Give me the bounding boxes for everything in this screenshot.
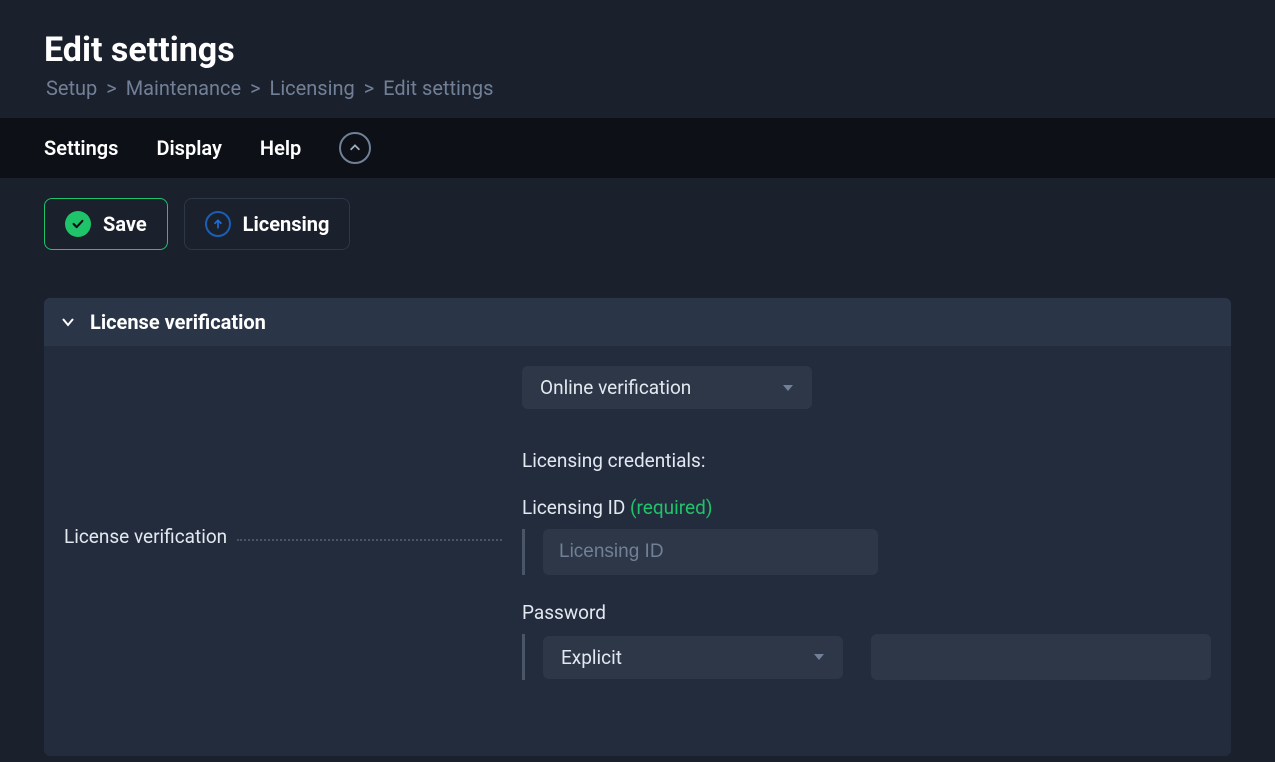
menu-settings[interactable]: Settings bbox=[44, 136, 118, 160]
menu-help[interactable]: Help bbox=[260, 136, 301, 160]
credentials-header: Licensing credentials: bbox=[522, 449, 1211, 472]
label-license-verification: License verification bbox=[64, 525, 227, 548]
breadcrumb-item[interactable]: Licensing bbox=[270, 76, 355, 100]
section-license-verification: License verification License verificatio… bbox=[44, 298, 1231, 756]
licensing-button-label: Licensing bbox=[243, 212, 330, 236]
licensing-id-group bbox=[522, 529, 1211, 575]
password-input[interactable] bbox=[871, 634, 1211, 680]
breadcrumb-separator: > bbox=[364, 76, 374, 100]
select-value: Online verification bbox=[540, 376, 691, 399]
label-licensing-id: Licensing ID (required) bbox=[522, 496, 1211, 519]
menubar-collapse-button[interactable] bbox=[339, 132, 371, 164]
required-indicator: (required) bbox=[630, 496, 712, 519]
breadcrumb-separator: > bbox=[106, 76, 116, 100]
section-header[interactable]: License verification bbox=[44, 298, 1231, 346]
save-button-label: Save bbox=[103, 212, 147, 236]
dotted-leader bbox=[237, 539, 502, 541]
chevron-down-icon bbox=[782, 382, 794, 394]
label-password: Password bbox=[522, 601, 1211, 624]
breadcrumb-separator: > bbox=[250, 76, 260, 100]
menu-display[interactable]: Display bbox=[156, 136, 221, 160]
password-group: Explicit bbox=[522, 634, 1211, 680]
chevron-down-icon bbox=[60, 314, 76, 330]
breadcrumb-item[interactable]: Maintenance bbox=[126, 76, 241, 100]
breadcrumb-item: Edit settings bbox=[383, 76, 493, 100]
check-icon bbox=[65, 211, 91, 237]
page-title: Edit settings bbox=[44, 30, 1231, 70]
arrow-up-icon bbox=[205, 211, 231, 237]
select-value: Explicit bbox=[561, 646, 622, 669]
breadcrumb: Setup > Maintenance > Licensing > Edit s… bbox=[44, 76, 1231, 100]
licensing-id-input[interactable] bbox=[543, 529, 878, 575]
section-title: License verification bbox=[90, 310, 266, 334]
licensing-button[interactable]: Licensing bbox=[184, 198, 351, 250]
menubar: Settings Display Help bbox=[0, 118, 1275, 178]
select-password-mode[interactable]: Explicit bbox=[543, 636, 843, 679]
action-bar: Save Licensing bbox=[44, 198, 1231, 250]
chevron-down-icon bbox=[813, 651, 825, 663]
select-license-verification[interactable]: Online verification bbox=[522, 366, 812, 409]
save-button[interactable]: Save bbox=[44, 198, 168, 250]
form-row-verification: License verification Online verification… bbox=[44, 346, 1231, 706]
breadcrumb-item[interactable]: Setup bbox=[46, 76, 97, 100]
chevron-up-icon bbox=[348, 141, 362, 155]
